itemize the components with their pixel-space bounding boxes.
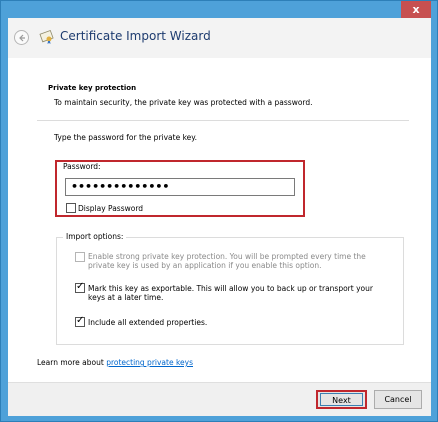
display-password-checkbox[interactable] [66, 203, 76, 213]
exportable-label: Mark this key as exportable. This will a… [88, 284, 373, 302]
wizard-window: x Certificate Import Wizard Private key … [0, 0, 438, 422]
import-options-label: Import options: [63, 232, 127, 241]
exportable-checkbox[interactable] [75, 281, 85, 293]
close-button[interactable]: x [401, 1, 431, 18]
protecting-private-keys-link[interactable]: protecting private keys [106, 358, 193, 367]
strong-protection-checkbox[interactable] [75, 252, 85, 262]
next-button[interactable]: Next [316, 390, 367, 409]
extended-properties-label: Include all extended properties. [88, 318, 208, 327]
divider [37, 120, 409, 121]
password-prompt: Type the password for the private key. [54, 133, 198, 142]
display-password-label: Display Password [78, 204, 144, 213]
next-button-label: Next [320, 393, 363, 406]
strong-protection-label: Enable strong private key protection. Yo… [88, 252, 366, 270]
cancel-button[interactable]: Cancel [374, 390, 422, 409]
wizard-header: Certificate Import Wizard [8, 18, 431, 58]
wizard-title: Certificate Import Wizard [60, 29, 211, 43]
wizard-footer: Next Cancel [8, 382, 431, 416]
password-label: Password: [63, 162, 101, 171]
extended-properties-checkbox[interactable] [75, 315, 85, 327]
password-input[interactable]: •••••••••••••• [65, 178, 295, 196]
section-title: Private key protection [48, 84, 137, 92]
back-arrow-icon[interactable] [14, 30, 29, 45]
section-description: To maintain security, the private key wa… [54, 98, 313, 107]
wizard-content: Private key protection To maintain secur… [8, 58, 431, 382]
certificate-icon [39, 30, 54, 44]
learn-more-text: Learn more about protecting private keys [37, 358, 193, 367]
